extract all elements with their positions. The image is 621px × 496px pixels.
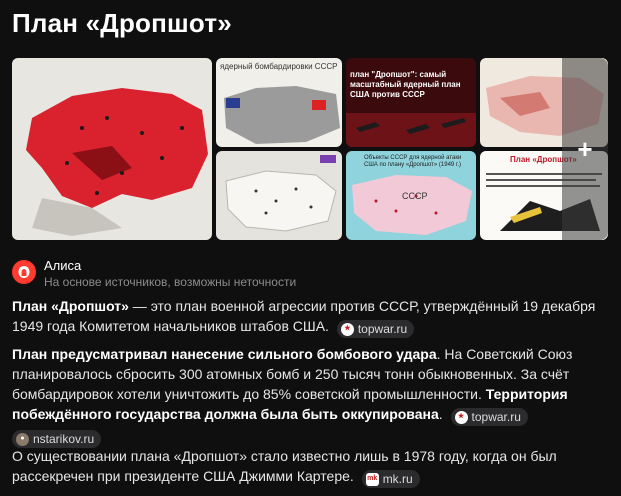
answer-paragraph-1: План «Дропшот» — это план военной агресс… [12, 296, 608, 338]
paragraph-3-text: О существовании плана «Дропшот» стало из… [12, 448, 557, 484]
more-images-button[interactable]: + [562, 58, 608, 240]
paragraph-1-lead: План «Дропшот» [12, 298, 129, 314]
page-title: План «Дропшот» [12, 8, 232, 38]
gallery-caption-3: план "Дропшот": самый масштабный ядерный… [350, 70, 461, 99]
source-chip-topwar[interactable]: ★ topwar.ru [336, 320, 415, 338]
alice-logo-icon [12, 260, 36, 284]
paragraph-2-text-2: . [438, 406, 443, 422]
gallery-image-3[interactable]: план "Дропшот": самый масштабный ядерный… [346, 58, 476, 147]
source-chip-mk[interactable]: mk mk.ru [361, 470, 420, 488]
gallery-caption-6: Объекты СССР для ядерной атаки США по пл… [364, 155, 462, 168]
gallery-image-2[interactable]: ядерный бомбардировки СССР [216, 58, 342, 147]
alice-name: Алиса [44, 258, 82, 273]
topwar-icon: ★ [454, 410, 468, 424]
topwar-icon: ★ [340, 322, 354, 336]
alice-disclaimer: На основе источников, возможны неточност… [44, 275, 297, 289]
gallery-image-1[interactable] [12, 58, 212, 240]
source-label: topwar.ru [471, 410, 521, 424]
gallery-image-6[interactable]: Объекты СССР для ядерной атаки США по пл… [346, 151, 476, 240]
source-chip-topwar-2[interactable]: ★ topwar.ru [450, 408, 528, 426]
answer-paragraph-2: План предусматривал нанесение сильного б… [12, 344, 608, 448]
gallery-image-5[interactable] [216, 151, 342, 240]
paragraph-2-lead: План предусматривал нанесение сильного б… [12, 346, 437, 362]
answer-paragraph-3: О существовании плана «Дропшот» стало из… [12, 446, 608, 488]
mk-icon: mk [365, 472, 379, 486]
source-label: topwar.ru [357, 322, 408, 336]
map-label: СССР [402, 191, 428, 201]
image-gallery: ядерный бомбардировки СССР план "Дропшот… [12, 58, 608, 240]
source-label: mk.ru [382, 472, 413, 486]
gallery-caption-2: ядерный бомбардировки СССР [220, 62, 338, 71]
nstarikov-icon: ● [16, 432, 29, 446]
alice-header: Алиса На основе источников, возможны нет… [12, 258, 296, 289]
